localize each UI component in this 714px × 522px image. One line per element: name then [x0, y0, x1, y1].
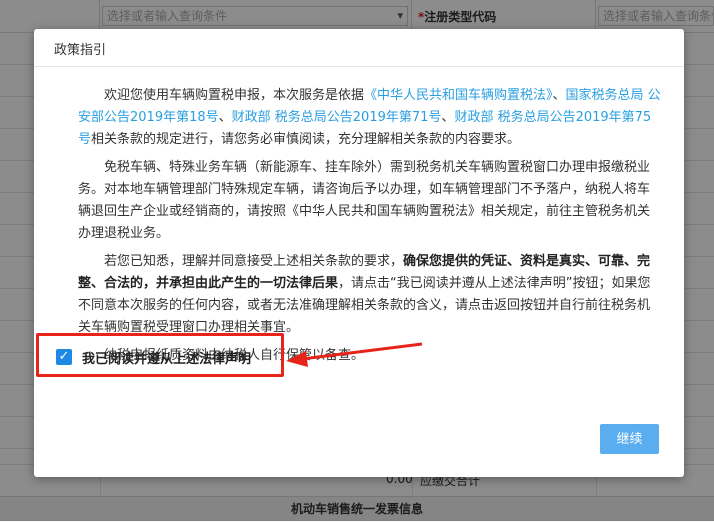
agree-label[interactable]: 我已阅读并遵从上述法律声明 [82, 348, 251, 367]
agree-checkbox[interactable]: ✓ [56, 349, 72, 365]
separator-text: 、 [218, 110, 232, 125]
continue-button[interactable]: 继续 [600, 424, 659, 454]
separator-text: 、 [441, 110, 455, 125]
arrow-shaft [301, 342, 423, 361]
arrow-head [286, 351, 308, 367]
dialog-header: 政策指引 [34, 29, 684, 67]
law-link[interactable]: 《中华人民共和国车辆购置税法》 [364, 88, 553, 103]
paragraph-exemption: 免税车辆、特殊业务车辆（新能源车、挂车除外）需到税务机关车辆购置税窗口办理申报缴… [78, 160, 651, 241]
policy-guide-dialog: 政策指引 欢迎您使用车辆购置税申报，本次服务是依据《中华人民共和国车辆购置税法》… [34, 29, 684, 477]
paragraph-consent: 若您已知悉，理解并同意接受上述相关条款的要求，确保您提供的凭证、资料是真实、可靠… [78, 251, 662, 339]
announcement-link-71[interactable]: 财政部 税务总局公告2019年第71号 [232, 110, 442, 125]
consent-text: 若您已知悉，理解并同意接受上述相关条款的要求， [104, 254, 404, 269]
separator-text: 、 [552, 88, 566, 103]
intro-tail-text: 相关条款的规定进行，请您务必审慎阅读，充分理解相关条款的内容要求。 [91, 132, 521, 147]
dialog-title: 政策指引 [54, 43, 107, 58]
intro-text: 欢迎您使用车辆购置税申报，本次服务是依据 [104, 88, 365, 103]
red-arrow-annotation [286, 342, 423, 367]
paragraph-intro: 欢迎您使用车辆购置税申报，本次服务是依据《中华人民共和国车辆购置税法》、国家税务… [78, 85, 662, 151]
